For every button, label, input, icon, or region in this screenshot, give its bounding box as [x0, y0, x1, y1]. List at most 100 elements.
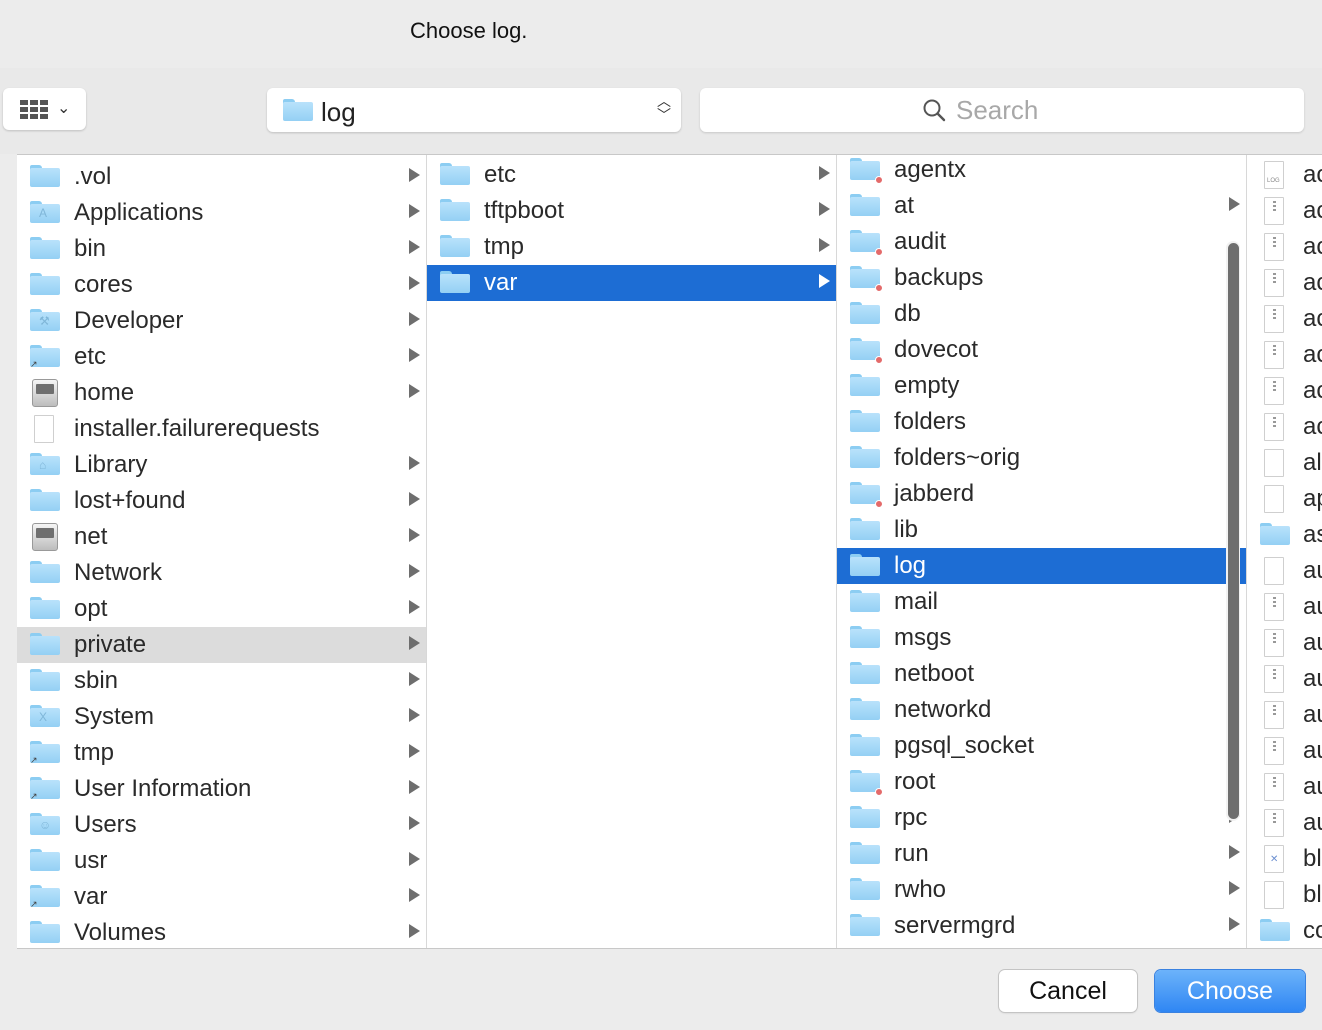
folder-icon — [283, 99, 313, 121]
browser-row-log[interactable]: log — [837, 548, 1246, 584]
document-icon — [1260, 881, 1290, 909]
browser-row-bl[interactable]: ✕ bl — [1247, 841, 1322, 877]
browser-row-etc[interactable]: ↗ etc — [17, 339, 426, 375]
browser-row-msgs[interactable]: msgs — [837, 620, 1246, 656]
browser-row-var[interactable]: var — [427, 265, 836, 301]
document-icon — [1260, 485, 1290, 513]
browser-row-ac[interactable]: LOG ac — [1247, 157, 1322, 193]
browser-row-lost-found[interactable]: lost+found — [17, 483, 426, 519]
browser-row-backups[interactable]: backups — [837, 260, 1246, 296]
document-icon — [1260, 557, 1290, 585]
browser-row-ac[interactable]: ac — [1247, 373, 1322, 409]
browser-row-folders[interactable]: folders — [837, 404, 1246, 440]
browser-row-network[interactable]: Network — [17, 555, 426, 591]
browser-row-developer[interactable]: ⚒ Developer — [17, 303, 426, 339]
browser-row-ac[interactable]: ac — [1247, 301, 1322, 337]
browser-row-label: jabberd — [894, 480, 975, 507]
browser-row-jabberd[interactable]: jabberd — [837, 476, 1246, 512]
browser-row-netboot[interactable]: netboot — [837, 656, 1246, 692]
browser-row-cores[interactable]: cores — [17, 267, 426, 303]
browser-row-volumes[interactable]: Volumes — [17, 915, 426, 948]
folder-icon — [850, 626, 880, 650]
browser-row-pgsql-socket[interactable]: pgsql_socket — [837, 728, 1246, 764]
browser-row-al[interactable]: al — [1247, 445, 1322, 481]
browser-row-as[interactable]: as — [1247, 517, 1322, 553]
search-field[interactable] — [700, 88, 1304, 132]
browser-row-installer-failurerequests[interactable]: installer.failurerequests — [17, 411, 426, 447]
browser-row-sbin[interactable]: sbin — [17, 663, 426, 699]
browser-row-system[interactable]: X System — [17, 699, 426, 735]
browser-row-users[interactable]: ☺ Users — [17, 807, 426, 843]
cancel-button[interactable]: Cancel — [999, 970, 1137, 1012]
dialog-title: Choose log. — [410, 18, 528, 43]
browser-row-mail[interactable]: mail — [837, 584, 1246, 620]
archive-document-icon — [1260, 197, 1290, 225]
search-input[interactable] — [956, 94, 1276, 126]
browser-row-label: netboot — [894, 660, 975, 687]
browser-row-au[interactable]: au — [1247, 733, 1322, 769]
browser-row-au[interactable]: au — [1247, 769, 1322, 805]
disclosure-arrow-icon — [409, 168, 420, 182]
browser-row-bl[interactable]: bl — [1247, 877, 1322, 913]
browser-row-ac[interactable]: ac — [1247, 229, 1322, 265]
browser-row-bin[interactable]: bin — [17, 231, 426, 267]
browser-row-ac[interactable]: ac — [1247, 265, 1322, 301]
disclosure-arrow-icon — [409, 528, 420, 542]
browser-row-library[interactable]: ⌂ Library — [17, 447, 426, 483]
browser-row-empty[interactable]: empty — [837, 368, 1246, 404]
folder-restricted-icon — [850, 338, 883, 364]
browser-row-ac[interactable]: ac — [1247, 193, 1322, 229]
browser-row-cc[interactable]: cc — [1247, 913, 1322, 948]
browser-row-tmp[interactable]: tmp — [427, 229, 836, 265]
browser-row-applications[interactable]: A Applications — [17, 195, 426, 231]
browser-row-tmp[interactable]: ↗ tmp — [17, 735, 426, 771]
browser-row-agentx[interactable]: agentx — [837, 155, 1246, 188]
browser-row-tftpboot[interactable]: tftpboot — [427, 193, 836, 229]
browser-row-private[interactable]: private — [17, 627, 426, 663]
browser-row-usr[interactable]: usr — [17, 843, 426, 879]
browser-row-label: net — [74, 523, 108, 550]
browser-row-ac[interactable]: ac — [1247, 409, 1322, 445]
browser-row-rwho[interactable]: rwho — [837, 872, 1246, 908]
browser-row-label: log — [894, 552, 927, 579]
browser-row-networkd[interactable]: networkd — [837, 692, 1246, 728]
browser-row-user-information[interactable]: ↗ User Information — [17, 771, 426, 807]
plist-document-icon: ✕ — [1260, 845, 1290, 873]
browser-row-label: au — [1303, 773, 1322, 800]
browser-row-at[interactable]: at — [837, 188, 1246, 224]
browser-row-label: bl — [1303, 845, 1322, 872]
browser-row-au[interactable]: au — [1247, 625, 1322, 661]
browser-row-audit[interactable]: audit — [837, 224, 1246, 260]
disclosure-arrow-icon — [1229, 881, 1240, 895]
browser-row-net[interactable]: net — [17, 519, 426, 555]
disclosure-arrow-icon — [409, 204, 420, 218]
browser-row-db[interactable]: db — [837, 296, 1246, 332]
browser-row-var[interactable]: ↗ var — [17, 879, 426, 915]
location-popup[interactable]: log ︿ ﹀ — [267, 88, 681, 132]
browser-row-dovecot[interactable]: dovecot — [837, 332, 1246, 368]
browser-row-run[interactable]: run — [837, 836, 1246, 872]
browser-row-label: empty — [894, 372, 960, 399]
browser-row-root[interactable]: root — [837, 764, 1246, 800]
browser-row-label: folders — [894, 408, 967, 435]
browser-row-au[interactable]: au — [1247, 805, 1322, 841]
browser-row-label: Applications — [74, 199, 204, 226]
browser-row-au[interactable]: au — [1247, 661, 1322, 697]
browser-row-ap[interactable]: ap — [1247, 481, 1322, 517]
column-scrollbar-thumb[interactable] — [1228, 243, 1239, 819]
folder-icon — [850, 554, 880, 578]
browser-row-rpc[interactable]: rpc — [837, 800, 1246, 836]
browser-row-au[interactable]: au — [1247, 589, 1322, 625]
view-mode-button[interactable]: ⌄ — [3, 88, 86, 130]
browser-row-servermgrd[interactable]: servermgrd — [837, 908, 1246, 944]
browser-row-lib[interactable]: lib — [837, 512, 1246, 548]
browser-row--vol[interactable]: .vol — [17, 159, 426, 195]
browser-row-au[interactable]: au — [1247, 553, 1322, 589]
browser-row-folders-orig[interactable]: folders~orig — [837, 440, 1246, 476]
browser-row-au[interactable]: au — [1247, 697, 1322, 733]
browser-row-opt[interactable]: opt — [17, 591, 426, 627]
choose-button[interactable]: Choose — [1155, 970, 1305, 1012]
browser-row-ac[interactable]: ac — [1247, 337, 1322, 373]
browser-row-home[interactable]: home — [17, 375, 426, 411]
browser-row-etc[interactable]: etc — [427, 157, 836, 193]
